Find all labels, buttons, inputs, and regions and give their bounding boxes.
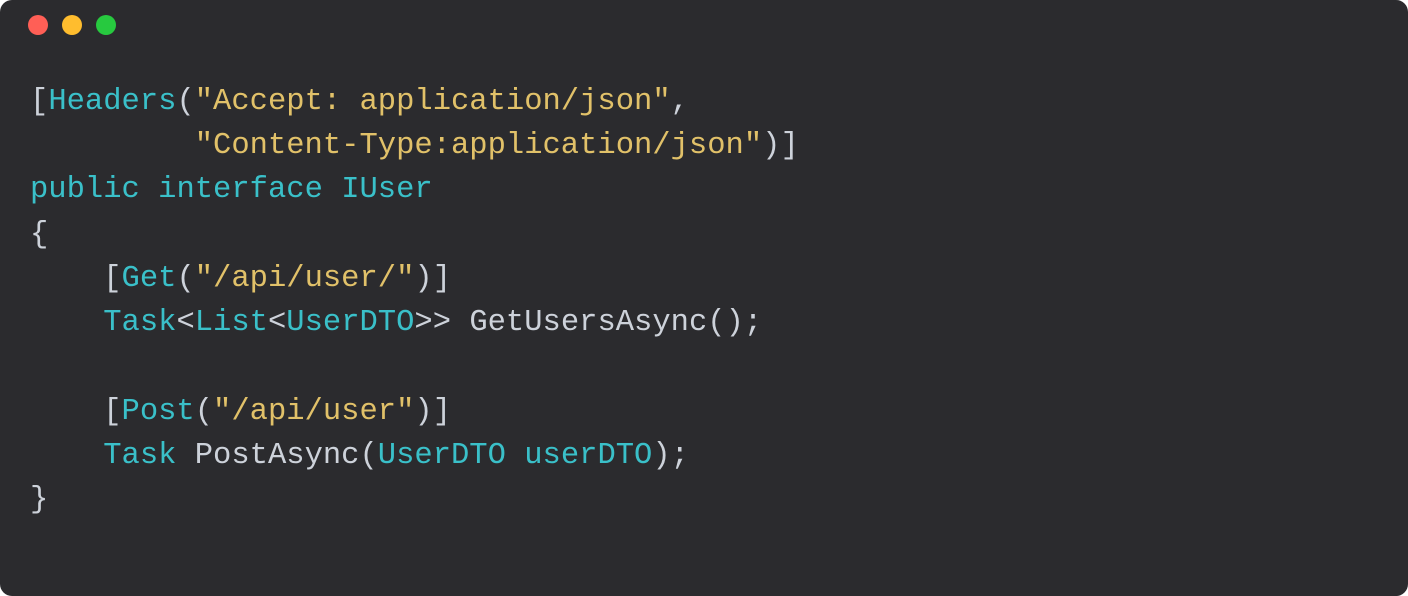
- code-line: [30, 345, 1378, 389]
- window-titlebar: [0, 0, 1408, 50]
- code-token: )]: [414, 395, 451, 429]
- code-token: {: [30, 218, 48, 252]
- code-token: userDTO: [524, 439, 652, 473]
- code-token: <: [268, 306, 286, 340]
- code-token: public: [30, 173, 140, 207]
- code-line: Task PostAsync(UserDTO userDTO);: [30, 434, 1378, 478]
- code-token: (: [195, 395, 213, 429]
- maximize-button[interactable]: [96, 15, 116, 35]
- code-token: (: [176, 85, 194, 119]
- code-token: [506, 439, 524, 473]
- code-line: "Content-Type:application/json")]: [30, 124, 1378, 168]
- code-token: ();: [707, 306, 762, 340]
- code-token: "/api/user/": [195, 262, 415, 296]
- code-token: "Content-Type:application/json": [195, 129, 762, 163]
- minimize-button[interactable]: [62, 15, 82, 35]
- code-token: ,: [671, 85, 689, 119]
- code-line: {: [30, 213, 1378, 257]
- code-token: Post: [122, 395, 195, 429]
- close-button[interactable]: [28, 15, 48, 35]
- code-token: Headers: [48, 85, 176, 119]
- code-line: public interface IUser: [30, 168, 1378, 212]
- code-editor[interactable]: [Headers("Accept: application/json", "Co…: [0, 50, 1408, 522]
- code-line: [Get("/api/user/")]: [30, 257, 1378, 301]
- code-token: )]: [414, 262, 451, 296]
- code-token: UserDTO: [378, 439, 506, 473]
- code-token: Task: [103, 306, 176, 340]
- code-token: (: [359, 439, 377, 473]
- code-token: [176, 439, 194, 473]
- code-token: }: [30, 483, 48, 517]
- code-token: [: [30, 395, 122, 429]
- code-token: )]: [762, 129, 799, 163]
- code-token: [30, 439, 103, 473]
- code-token: UserDTO: [286, 306, 414, 340]
- code-token: interface: [158, 173, 323, 207]
- code-token: [: [30, 85, 48, 119]
- code-line: }: [30, 478, 1378, 522]
- code-line: [Headers("Accept: application/json",: [30, 80, 1378, 124]
- code-token: [30, 306, 103, 340]
- code-line: Task<List<UserDTO>> GetUsersAsync();: [30, 301, 1378, 345]
- code-token: [: [30, 262, 122, 296]
- code-token: );: [652, 439, 689, 473]
- code-line: [Post("/api/user")]: [30, 390, 1378, 434]
- code-token: "/api/user": [213, 395, 414, 429]
- code-token: PostAsync: [195, 439, 360, 473]
- code-token: [140, 173, 158, 207]
- code-token: Get: [122, 262, 177, 296]
- code-token: <: [176, 306, 194, 340]
- code-token: >>: [414, 306, 469, 340]
- code-token: [323, 173, 341, 207]
- code-token: GetUsersAsync: [469, 306, 707, 340]
- code-token: List: [195, 306, 268, 340]
- code-token: "Accept: application/json": [195, 85, 671, 119]
- code-token: Task: [103, 439, 176, 473]
- code-token: (: [176, 262, 194, 296]
- code-window: [Headers("Accept: application/json", "Co…: [0, 0, 1408, 596]
- code-token: [30, 129, 195, 163]
- code-token: IUser: [341, 173, 433, 207]
